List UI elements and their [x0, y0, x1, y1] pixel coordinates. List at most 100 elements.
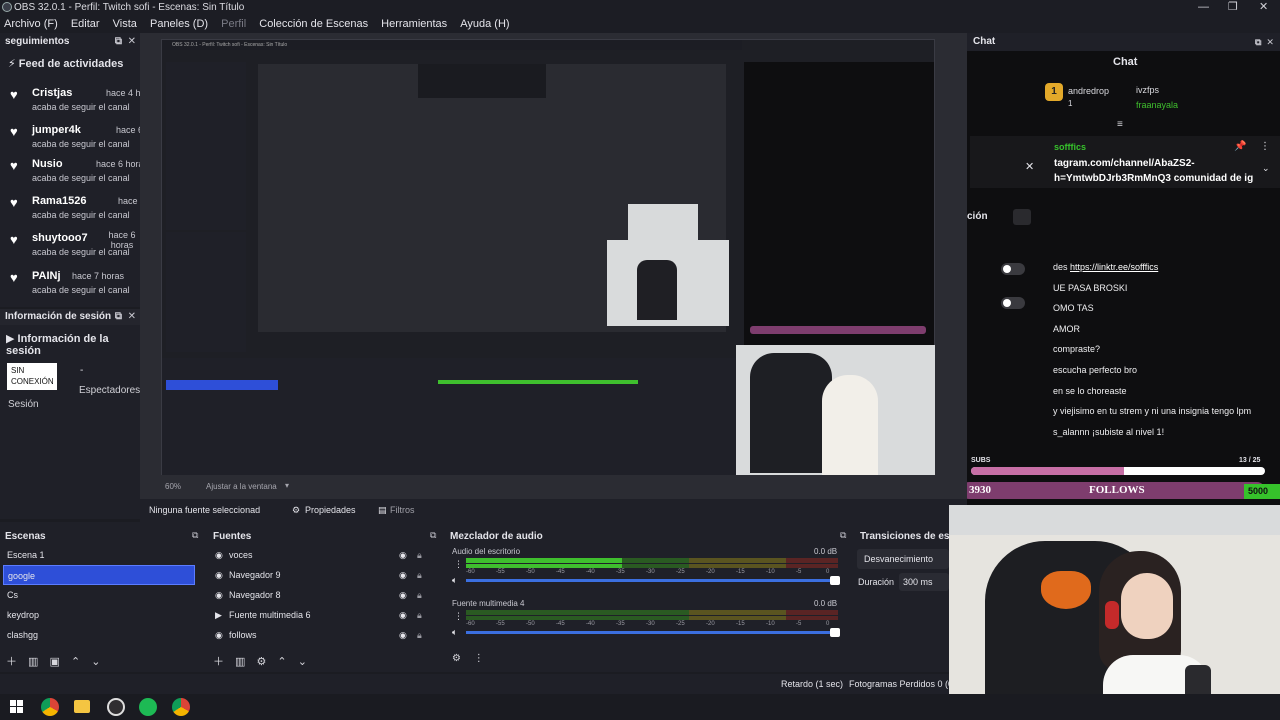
follower-name[interactable]: Rama1526 [32, 195, 86, 207]
mixer-controls[interactable]: ⚙ ⋮ [452, 653, 484, 664]
chevron-down-icon[interactable]: ≡ [1117, 119, 1123, 130]
restore-icon[interactable]: ❐ [1228, 0, 1238, 15]
dock-float-icon[interactable]: ⧉ [840, 530, 846, 541]
eye-icon[interactable]: ◉ [399, 605, 407, 625]
menu-archivo[interactable]: Archivo (F) [4, 18, 58, 30]
mute-icon[interactable]: 🔈︎ [452, 575, 457, 586]
minimize-icon[interactable]: — [1198, 0, 1209, 15]
scene-item[interactable]: keydrop [3, 605, 195, 625]
filter-icon[interactable]: ▤ [378, 499, 387, 522]
follower-name[interactable]: jumper4k [32, 124, 81, 136]
chat-link[interactable]: https://linktr.ee/sofffics [1070, 262, 1158, 272]
source-item[interactable]: ▶ Fuente multimedia 6 ◉ 🔒︎ [211, 605, 433, 625]
channel-menu-icon[interactable]: ⋮ [454, 611, 463, 622]
menu-herramientas[interactable]: Herramientas [381, 18, 447, 30]
menu-paneles[interactable]: Paneles (D) [150, 18, 208, 30]
meter-tick-label: -35 [616, 569, 625, 575]
dock-controls[interactable]: ⧉ ✕ [115, 309, 136, 325]
scenes-controls[interactable]: ＋ ▥ ▣ ⌃ ⌄ [6, 653, 100, 669]
toggle-1[interactable] [1001, 263, 1025, 275]
lock-icon[interactable]: 🔒︎ [417, 625, 422, 645]
volume-slider[interactable] [466, 576, 840, 585]
follower-name[interactable]: Nusio [32, 158, 63, 170]
filters-button[interactable]: Filtros [390, 499, 415, 522]
meter-tick-label: -10 [766, 621, 775, 627]
chrome-alt-icon[interactable] [172, 698, 190, 716]
volume-handle[interactable] [830, 628, 840, 637]
menu-ayuda[interactable]: Ayuda (H) [460, 18, 509, 30]
duration-input[interactable]: 300 ms [899, 573, 949, 591]
nested-bottom-docks [162, 358, 736, 475]
leader-3-name[interactable]: fraanayala [1136, 100, 1178, 110]
viewer-count: - [80, 365, 84, 376]
windows-icon[interactable] [10, 700, 24, 714]
zoom-dropdown-icon[interactable]: ▾ [285, 481, 289, 490]
scenes-title: Escenas [5, 531, 46, 542]
source-item[interactable]: ◉ Navegador 8 ◉ 🔒︎ [211, 585, 433, 605]
dock-float-icon[interactable]: ⧉ [192, 530, 198, 541]
toggle-2[interactable] [1001, 297, 1025, 309]
chat-message: s_alannn ¡subiste al nivel 1! [1053, 427, 1164, 437]
leader-1-name[interactable]: andredrop [1068, 86, 1109, 96]
more-icon[interactable]: ⋮ [1260, 141, 1270, 152]
scenes-dock: Escenas ⧉ Escena 1 google Cs keydrop clashgg… [0, 527, 204, 672]
menu-editar[interactable]: Editar [71, 18, 100, 30]
channel-menu-icon[interactable]: ⋮ [454, 559, 463, 570]
menu-coleccion[interactable]: Colección de Escenas [259, 18, 368, 30]
follower-name[interactable]: shuytooo7 [32, 232, 88, 244]
zoom-level[interactable]: 60% [165, 482, 181, 491]
scene-item[interactable]: google [3, 565, 195, 585]
gear-icon[interactable]: ⚙ [292, 499, 300, 522]
eye-icon[interactable]: ◉ [399, 545, 407, 565]
dock-controls[interactable]: ⧉ ✕ [1255, 33, 1274, 51]
scene-item[interactable]: Escena 1 [3, 545, 195, 565]
leader-2-name[interactable]: ivzfps [1136, 85, 1159, 95]
scene-item[interactable]: clashgg [3, 625, 195, 645]
volume-slider[interactable] [466, 628, 840, 637]
dock-float-icon[interactable]: ⧉ [430, 530, 436, 541]
eye-icon[interactable]: ◉ [399, 625, 407, 645]
expand-icon[interactable]: ⌄ [1262, 163, 1270, 174]
spotify-icon[interactable] [139, 698, 157, 716]
sources-controls[interactable]: ＋ ▥ ⚙ ⌃ ⌄ [213, 653, 307, 669]
folder-icon[interactable] [74, 700, 90, 713]
properties-button[interactable]: Propiedades [305, 499, 356, 522]
preview-canvas[interactable]: OBS 32.0.1 - Perfil: Twitch sofi - Escen… [161, 39, 935, 475]
chat-text: escucha perfecto bro [1053, 365, 1138, 375]
delay-status: Retardo (1 sec) [781, 679, 844, 689]
chat-message: des https://linktr.ee/sofffics [1053, 262, 1158, 272]
source-item[interactable]: ◉ Navegador 9 ◉ 🔒︎ [211, 565, 433, 585]
transition-select[interactable]: Desvanecimiento [857, 549, 949, 569]
follower-name[interactable]: Cristjas [32, 87, 72, 99]
dock-controls[interactable]: ⧉ ✕ [115, 33, 136, 51]
session-dock-header: Información de sesión ⧉ ✕ [0, 309, 140, 325]
pin-icon[interactable]: 📌 [1234, 141, 1246, 152]
fit-window[interactable]: Ajustar a la ventana [206, 482, 277, 491]
lock-icon[interactable]: 🔒︎ [417, 565, 422, 585]
chrome-icon[interactable] [41, 698, 59, 716]
mixer-channel-db: 0.0 dB [814, 599, 838, 608]
source-item[interactable]: ◉ voces ◉ 🔒︎ [211, 545, 433, 565]
meter-tick-label: -35 [616, 621, 625, 627]
scene-item[interactable]: Cs [3, 585, 195, 605]
follower-name[interactable]: PAINj [32, 270, 61, 282]
close-pinned-icon[interactable]: ✕ [1025, 160, 1034, 173]
mute-icon[interactable]: 🔈︎ [452, 627, 457, 638]
close-icon[interactable]: ✕ [1259, 0, 1268, 15]
nested-meter [438, 380, 638, 384]
meter-tick-label: -10 [766, 569, 775, 575]
side-button[interactable] [1013, 209, 1031, 225]
menu-vista[interactable]: Vista [113, 18, 137, 30]
volume-handle[interactable] [830, 576, 840, 585]
obs-icon[interactable] [107, 698, 125, 716]
lock-icon[interactable]: 🔒︎ [417, 605, 422, 625]
menu-perfil[interactable]: Perfil [221, 18, 246, 30]
lock-icon[interactable]: 🔒︎ [417, 585, 422, 605]
source-item[interactable]: ◉ follows ◉ 🔒︎ [211, 625, 433, 645]
eye-icon[interactable]: ◉ [399, 585, 407, 605]
lock-icon[interactable]: 🔒︎ [417, 545, 422, 565]
meter-tick-label: -50 [526, 569, 535, 575]
pinned-user[interactable]: sofffics [1054, 142, 1086, 152]
meter-tick-label: -40 [586, 621, 595, 627]
eye-icon[interactable]: ◉ [399, 565, 407, 585]
